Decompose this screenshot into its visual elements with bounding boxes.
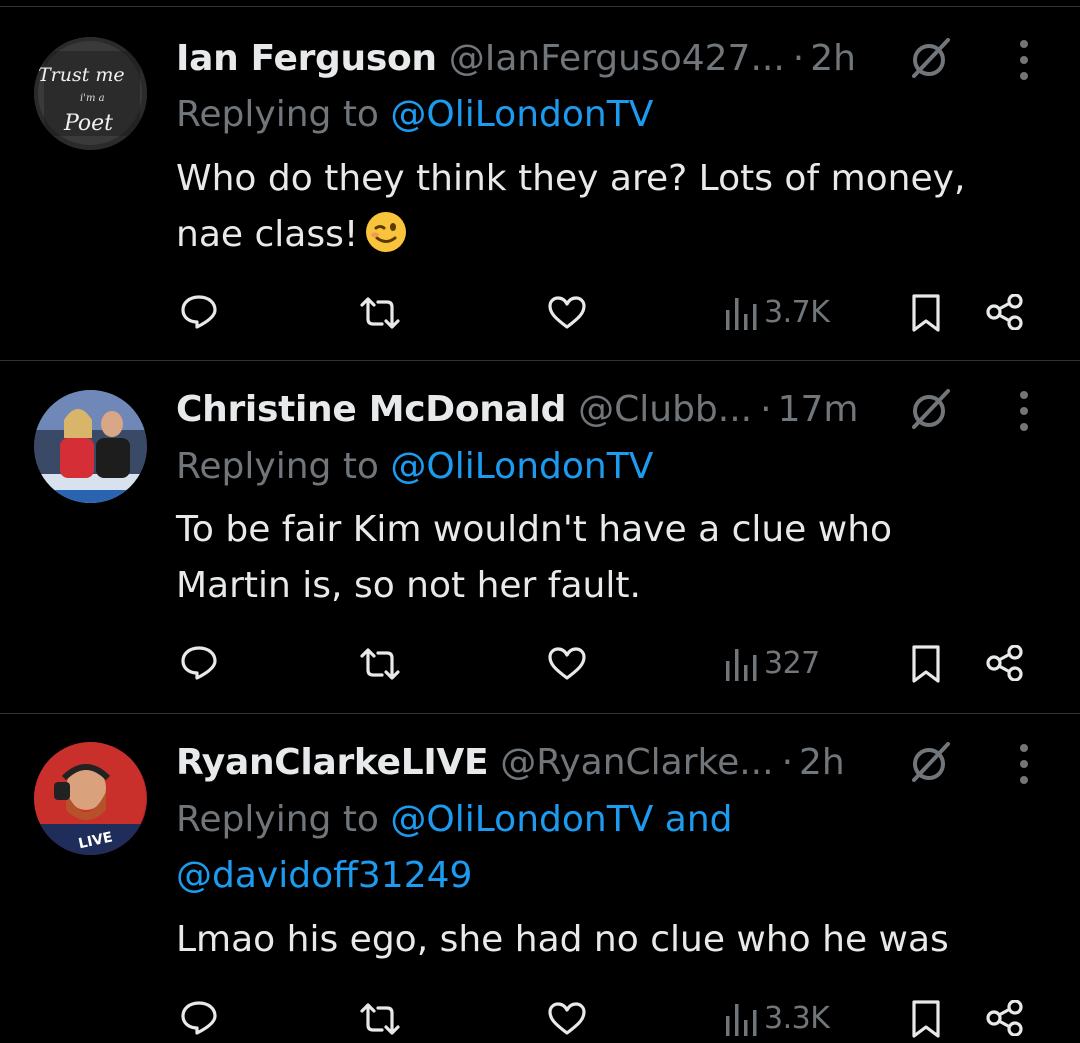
display-name[interactable]: Christine McDonald <box>176 389 566 430</box>
winking-face-emoji <box>366 212 407 252</box>
timestamp[interactable]: 2h <box>799 742 845 783</box>
tweet-1[interactable]: Trust me i'm a Poet Ian Ferguson @IanFer… <box>0 0 1080 360</box>
reply-icon <box>181 1001 217 1035</box>
analytics-icon <box>726 649 757 681</box>
share-icon <box>986 1000 1023 1036</box>
repost-button[interactable] <box>358 1002 402 1036</box>
grok-icon[interactable] <box>906 738 954 786</box>
tweet-text: Lmao his ego, she had no clue who he was <box>176 912 1056 968</box>
share-button[interactable] <box>986 1000 1024 1036</box>
replying-to: Replying to @OliLondonTV <box>176 439 653 495</box>
mention-link[interactable]: @OliLondonTV and <box>390 799 732 840</box>
views-button[interactable]: 3.7K <box>724 292 830 332</box>
replying-to-label: Replying to <box>176 446 379 487</box>
tweet-text-line-2: nae class! <box>176 207 1056 263</box>
repost-button[interactable] <box>358 647 402 681</box>
like-button[interactable] <box>547 647 587 681</box>
separator-dot: · <box>760 388 772 430</box>
tweet-text-line-1: Lmao his ego, she had no clue who he was <box>176 919 949 960</box>
view-count: 3.7K <box>764 294 830 330</box>
grok-icon[interactable] <box>906 34 954 82</box>
repost-icon <box>360 297 400 329</box>
like-button[interactable] <box>547 1002 587 1036</box>
grok-icon[interactable] <box>906 385 954 433</box>
view-count: 3.3K <box>764 1000 830 1036</box>
svg-text:Trust me: Trust me <box>38 64 125 86</box>
more-options-icon[interactable] <box>1016 742 1032 786</box>
tweet-text-line-1: To be fair Kim wouldn't have a clue who <box>176 509 893 550</box>
svg-text:i'm a: i'm a <box>80 93 105 104</box>
avatar-image <box>34 390 147 503</box>
tweet-text: To be fair Kim wouldn't have a clue who … <box>176 502 1056 614</box>
reply-button[interactable] <box>180 1000 218 1036</box>
tweet-header: RyanClarkeLIVE @RyanClarke... · 2h <box>176 734 845 790</box>
share-button[interactable] <box>986 294 1024 330</box>
heart-icon <box>548 296 586 329</box>
share-button[interactable] <box>986 645 1024 681</box>
heart-icon <box>548 1002 586 1035</box>
user-handle[interactable]: @IanFerguso427... <box>449 38 785 79</box>
analytics-icon <box>726 298 757 330</box>
bookmark-icon <box>912 294 940 332</box>
mention-link[interactable]: @OliLondonTV <box>390 94 653 135</box>
share-icon <box>986 294 1023 330</box>
tweet-3[interactable]: LIVE RyanClarkeLIVE @RyanClarke... · 2h … <box>0 714 1080 1043</box>
display-name[interactable]: Ian Ferguson <box>176 38 437 79</box>
tweet-header: Ian Ferguson @IanFerguso427... · 2h <box>176 30 856 86</box>
separator-dot: · <box>781 741 794 783</box>
mention-link-2[interactable]: @davidoff31249 <box>176 855 472 896</box>
repost-icon <box>360 648 400 680</box>
views-button[interactable]: 3.3K <box>724 998 830 1038</box>
repost-button[interactable] <box>358 296 402 330</box>
replying-to-label: Replying to <box>176 94 379 135</box>
like-button[interactable] <box>547 296 587 330</box>
display-name[interactable]: RyanClarkeLIVE <box>176 742 489 783</box>
view-count: 327 <box>764 645 820 681</box>
analytics-icon <box>726 1004 757 1036</box>
more-options-icon[interactable] <box>1016 389 1032 433</box>
tweet-header: Christine McDonald @Clubb... · 17m <box>176 381 858 437</box>
reply-icon <box>181 295 217 329</box>
reply-icon <box>181 646 217 680</box>
replying-to-line-2: @davidoff31249 <box>176 848 472 904</box>
avatar[interactable] <box>34 390 147 503</box>
svg-text:Poet: Poet <box>63 111 113 136</box>
reply-button[interactable] <box>180 294 218 330</box>
tweet-text-line-2: Martin is, so not her fault. <box>176 565 641 606</box>
views-button[interactable]: 327 <box>724 643 820 683</box>
repost-icon <box>360 1003 400 1035</box>
heart-icon <box>548 647 586 680</box>
bookmark-button[interactable] <box>911 293 941 333</box>
tweet-text-line-1: Who do they think they are? Lots of mone… <box>176 158 966 199</box>
avatar-image: LIVE <box>34 742 147 855</box>
bookmark-button[interactable] <box>911 644 941 684</box>
bookmark-icon <box>912 645 940 683</box>
replying-to-label: Replying to <box>176 799 379 840</box>
mention-link[interactable]: @OliLondonTV <box>390 446 653 487</box>
timestamp[interactable]: 17m <box>778 389 859 430</box>
replying-to: Replying to @OliLondonTV <box>176 87 653 143</box>
tweet-2[interactable]: Christine McDonald @Clubb... · 17m Reply… <box>0 361 1080 713</box>
separator-dot: · <box>792 37 805 79</box>
bookmark-icon <box>912 1000 940 1038</box>
user-handle[interactable]: @Clubb... <box>578 389 752 430</box>
timestamp[interactable]: 2h <box>810 38 856 79</box>
avatar[interactable]: LIVE <box>34 742 147 855</box>
avatar[interactable]: Trust me i'm a Poet <box>34 37 147 150</box>
bookmark-button[interactable] <box>911 999 941 1039</box>
share-icon <box>986 645 1023 681</box>
reply-button[interactable] <box>180 645 218 681</box>
replying-to: Replying to @OliLondonTV and <box>176 792 733 848</box>
tweet-text: Who do they think they are? Lots of mone… <box>176 151 1056 263</box>
tweet-text-line-2-text: nae class! <box>176 214 359 255</box>
more-options-icon[interactable] <box>1016 38 1032 82</box>
avatar-image: Trust me i'm a Poet <box>34 37 147 150</box>
user-handle[interactable]: @RyanClarke... <box>500 742 773 783</box>
